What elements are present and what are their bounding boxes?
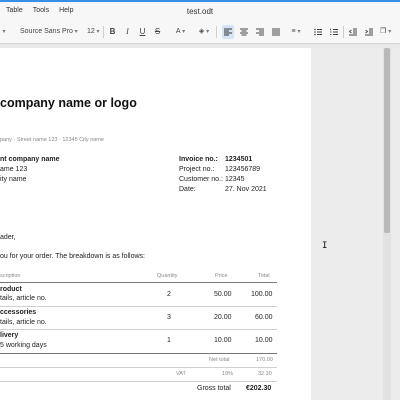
gross-total-value: €202.30 <box>246 385 272 392</box>
item-price: 10.00 <box>214 337 232 344</box>
font-size-select[interactable]: 12 <box>87 25 103 39</box>
row-divider <box>0 306 277 307</box>
font-family-select[interactable]: Source Sans Pro <box>20 25 82 39</box>
project-no-label: Project no.: <box>179 166 215 173</box>
recipient-line-3: ity name <box>0 176 27 183</box>
justify-button[interactable] <box>270 25 282 39</box>
document-title: test.odt <box>186 7 214 16</box>
invoice-no-label: Invoice no.: <box>179 156 218 163</box>
vat-value: 32.30 <box>258 371 272 377</box>
align-left-button[interactable] <box>222 25 234 39</box>
invoice-no-value: 1234501 <box>225 156 253 163</box>
vat-rate: 19% <box>222 371 234 377</box>
date-value: 27. Nov 2021 <box>225 186 267 193</box>
text-cursor-icon: I <box>322 241 328 251</box>
item-total: 100.00 <box>251 291 273 298</box>
font-color-button[interactable]: A <box>173 25 188 39</box>
line-spacing-icon: ≡ <box>291 28 296 35</box>
item-detail: tails, article no. <box>0 295 47 302</box>
align-center-button[interactable] <box>238 25 250 39</box>
align-left-icon <box>224 28 232 36</box>
net-total-label: Net total <box>209 357 230 363</box>
intro-text: ou for your order. The breakdown is as f… <box>0 253 146 260</box>
toolbar-divider <box>343 26 344 38</box>
date-label: Date: <box>179 186 196 193</box>
toolbar-divider <box>216 26 217 38</box>
italic-button[interactable]: I <box>122 25 133 39</box>
bullet-list-button[interactable] <box>312 25 324 39</box>
row-divider <box>0 329 277 330</box>
paint-bucket-icon: ◈ <box>198 28 205 35</box>
style-dropdown-arrow[interactable] <box>0 25 8 39</box>
decrease-indent-button[interactable] <box>347 25 359 39</box>
item-title: roduct <box>0 286 22 293</box>
net-total-value: 170.00 <box>256 357 273 363</box>
totals-divider <box>0 381 277 382</box>
bold-button[interactable]: B <box>107 25 118 39</box>
insert-button[interactable]: ❐ <box>380 25 400 39</box>
outdent-icon <box>349 28 357 36</box>
align-right-icon <box>256 28 264 36</box>
table-header-price: Price <box>215 273 228 279</box>
item-quantity: 3 <box>167 314 171 321</box>
indent-icon <box>365 28 373 36</box>
company-heading: company name or logo <box>0 96 137 110</box>
item-detail: tails, article no. <box>0 319 47 326</box>
greeting: ader, <box>0 234 16 241</box>
customer-no-label: Customer no.: <box>179 176 223 183</box>
document-page[interactable]: company name or logo pany · Street name … <box>0 48 311 400</box>
recipient-line-2: ame 123 <box>0 166 28 173</box>
bullet-list-icon <box>314 28 322 36</box>
numbered-list-button[interactable] <box>328 25 340 39</box>
align-right-button[interactable] <box>254 25 266 39</box>
strikethrough-button[interactable]: S <box>152 25 163 39</box>
item-title: ccessories <box>0 309 37 316</box>
formatting-toolbar: Source Sans Pro 12 B I U S A ◈ ≡ ❐ <box>0 20 400 44</box>
toolbar-divider <box>103 26 104 38</box>
item-price: 20.00 <box>214 314 232 321</box>
table-header-description: scription <box>0 273 21 279</box>
customer-no-value: 12345 <box>225 176 245 183</box>
table-header-quantity: Quantity <box>157 273 178 279</box>
line-spacing-button[interactable]: ≡ <box>287 25 305 39</box>
copy-icon: ❐ <box>380 28 387 35</box>
item-quantity: 2 <box>167 291 171 298</box>
title-bar: Table Tools Help test.odt <box>0 0 400 20</box>
vat-label: VAT <box>176 371 186 377</box>
underline-button[interactable]: U <box>137 25 148 39</box>
project-no-value: 123456789 <box>225 166 261 173</box>
totals-divider <box>0 367 277 368</box>
gross-total-label: Gross total <box>197 385 231 392</box>
item-total: 10.00 <box>255 337 273 344</box>
justify-icon <box>272 28 280 36</box>
recipient-line-1: nt company name <box>0 156 60 163</box>
scrollbar-thumb[interactable] <box>384 48 390 233</box>
highlight-color-button[interactable]: ◈ <box>196 25 212 39</box>
item-price: 50.00 <box>214 291 232 298</box>
table-header-total: Total <box>258 273 270 279</box>
align-center-icon <box>240 28 248 36</box>
item-total: 60.00 <box>255 314 273 321</box>
item-title: livery <box>0 332 19 339</box>
sender-address-line: pany · Street name 123 · 12345 City name <box>0 137 104 143</box>
increase-indent-button[interactable] <box>363 25 375 39</box>
table-header-rule <box>0 282 277 283</box>
item-quantity: 1 <box>167 337 171 344</box>
numbered-list-icon <box>330 28 338 35</box>
item-detail: 5 working days <box>0 342 47 349</box>
items-end-rule <box>0 353 277 354</box>
